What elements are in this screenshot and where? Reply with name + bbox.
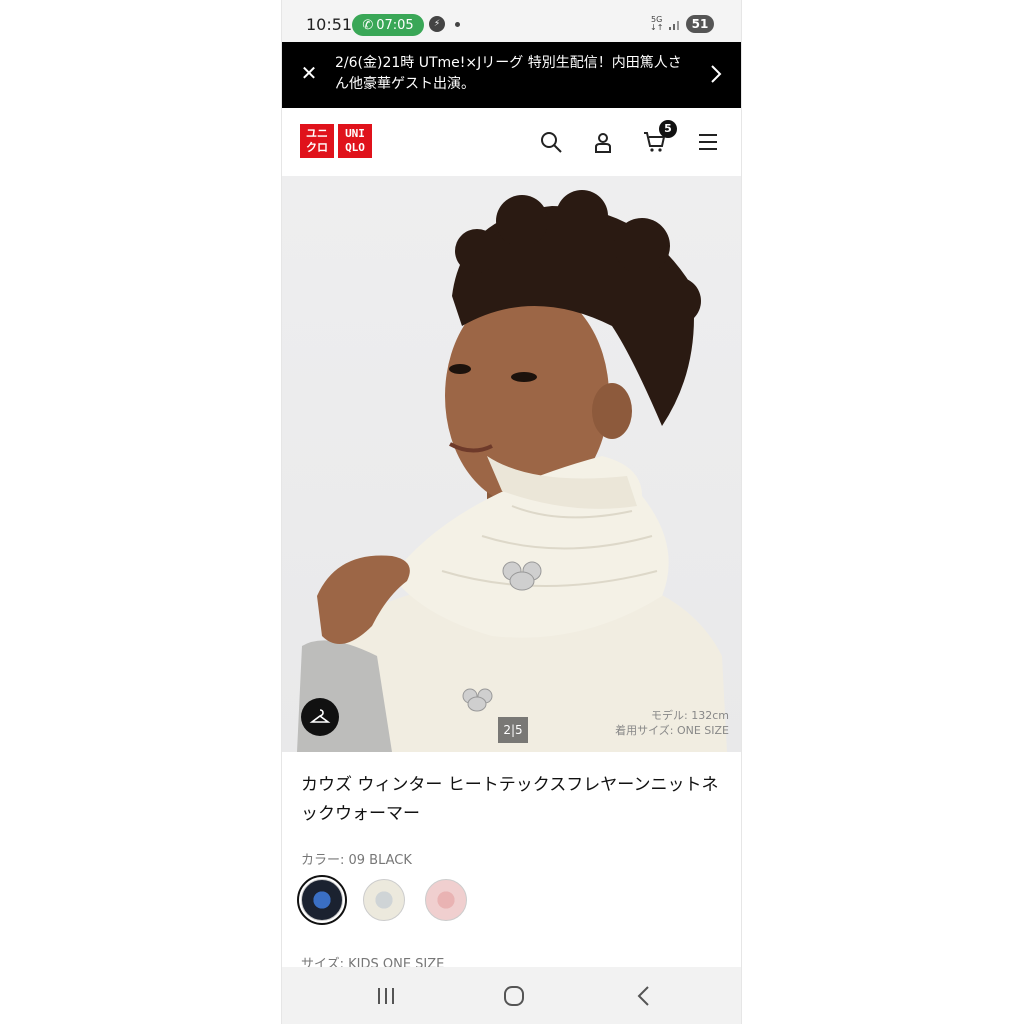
phone-icon: ✆	[362, 17, 374, 33]
cart-count-badge: 5	[659, 120, 677, 138]
swatch-black-fill	[301, 879, 343, 921]
swatch-black[interactable]	[297, 875, 347, 925]
status-bar: 10:51 ✆ 07:05 ⚡ 5G ↓↑ 51	[282, 0, 741, 42]
swatch-off-white[interactable]	[359, 875, 409, 925]
signal-icon	[669, 21, 679, 30]
hanger-icon	[309, 709, 331, 723]
recent-apps-icon[interactable]	[373, 983, 399, 1009]
home-icon[interactable]	[501, 983, 527, 1009]
image-counter: 2|5	[498, 717, 528, 743]
call-duration: 07:05	[376, 17, 414, 33]
chevron-right-icon[interactable]	[706, 62, 726, 86]
logo-katakana-line1: ユニ	[306, 127, 328, 140]
model-info: モデル: 132cm 着用サイズ: ONE SIZE	[615, 708, 729, 738]
logo-latin: UNI QLO	[338, 124, 372, 158]
system-nav-bar	[282, 967, 741, 1024]
messenger-icon: ⚡	[429, 16, 445, 32]
site-header: ユニ クロ UNI QLO 5	[282, 108, 741, 176]
uniqlo-logo[interactable]: ユニ クロ UNI QLO	[300, 124, 372, 158]
model-height: モデル: 132cm	[651, 709, 729, 722]
model-photo	[297, 190, 727, 752]
phone-screen: 10:51 ✆ 07:05 ⚡ 5G ↓↑ 51 ✕ 2/6(金)21時 UTme…	[281, 0, 742, 1024]
promo-banner[interactable]: ✕ 2/6(金)21時 UTme!×Jリーグ 特別生配信！内田篤人さん他豪華ゲス…	[282, 42, 741, 108]
logo-latin-line1: UNI	[345, 127, 365, 140]
color-swatches	[297, 875, 471, 925]
status-time: 10:51	[306, 15, 353, 34]
swatch-off-white-fill	[363, 879, 405, 921]
notification-dot-icon	[455, 22, 460, 27]
back-icon[interactable]	[631, 983, 657, 1009]
product-title: カウズ ウィンター ヒートテックスフレヤーンニットネックウォーマー	[301, 775, 719, 824]
swatch-pink-fill	[425, 879, 467, 921]
model-size: 着用サイズ: ONE SIZE	[615, 724, 729, 737]
logo-katakana: ユニ クロ	[300, 124, 334, 158]
network-label: 5G	[651, 15, 663, 24]
logo-latin-line2: QLO	[345, 141, 365, 154]
banner-text[interactable]: 2/6(金)21時 UTme!×Jリーグ 特別生配信！内田篤人さん他豪華ゲスト出…	[335, 53, 695, 95]
menu-icon[interactable]	[696, 130, 720, 154]
network-indicator: 5G ↓↑	[650, 15, 664, 32]
logo-katakana-line2: クロ	[306, 141, 328, 154]
account-icon[interactable]	[591, 130, 615, 154]
battery-indicator: 51	[686, 15, 714, 33]
virtual-fitting-button[interactable]	[301, 698, 339, 736]
search-icon[interactable]	[539, 130, 563, 154]
product-image[interactable]: 2|5 モデル: 132cm 着用サイズ: ONE SIZE	[282, 176, 741, 752]
call-indicator[interactable]: ✆ 07:05	[352, 14, 424, 36]
close-icon[interactable]: ✕	[298, 62, 320, 84]
color-label: カラー: 09 BLACK	[301, 853, 412, 868]
swatch-pink[interactable]	[421, 875, 471, 925]
